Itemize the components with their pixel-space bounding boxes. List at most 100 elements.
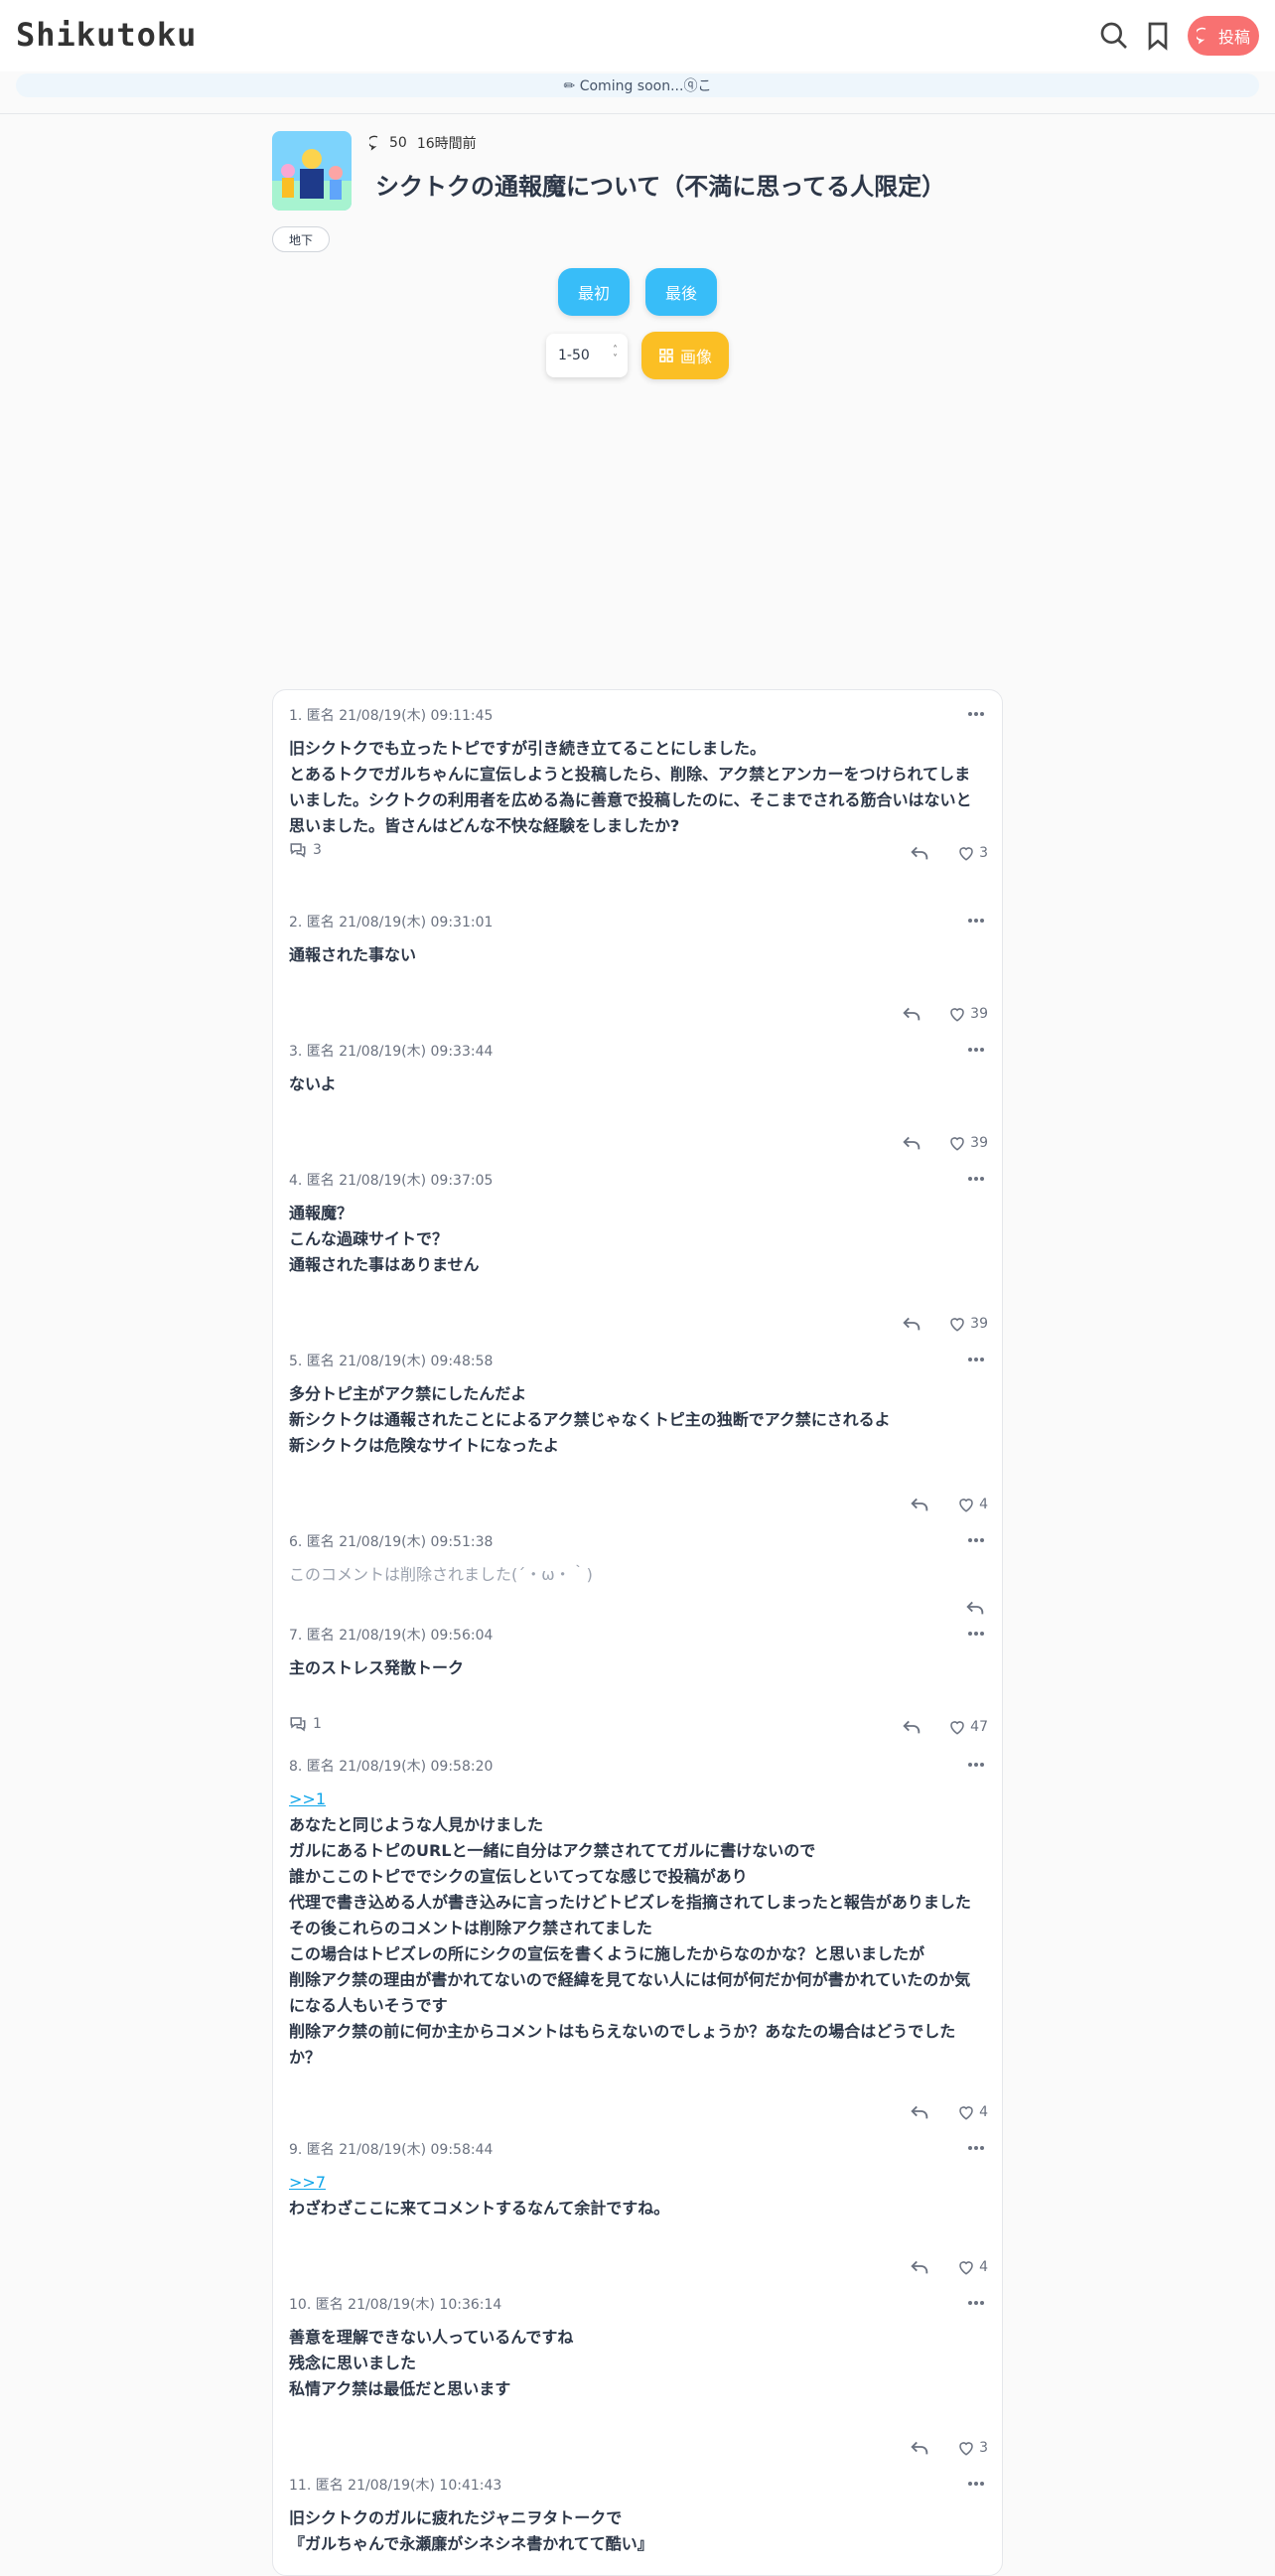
updown-icon: ˄ ˅: [613, 345, 618, 364]
like-button[interactable]: 4: [957, 1493, 988, 1516]
more-options-icon[interactable]: [968, 1358, 984, 1363]
comment-item: 5. 匿名 21/08/19(木) 09:48:58 多分トピ主がアク禁にしたんだ…: [289, 1352, 988, 1512]
anchor-link[interactable]: >>1: [289, 1789, 326, 1808]
replies-icon: [289, 1715, 307, 1733]
comment-item: 11. 匿名 21/08/19(木) 10:41:43 旧シクトクのガルに疲れたジ…: [289, 2476, 988, 2557]
comment-line: ないよ: [289, 1074, 337, 1093]
like-count: 3: [979, 2440, 988, 2456]
like-button[interactable]: 47: [948, 1715, 988, 1739]
comment-meta: 7. 匿名 21/08/19(木) 09:56:04: [289, 1628, 494, 1644]
reply-icon[interactable]: [964, 1596, 988, 1620]
like-count: 39: [970, 1135, 988, 1151]
comment-actions: 39: [289, 1131, 988, 1155]
comment-line: 通報された事ない: [289, 945, 417, 964]
heart-icon: [948, 1315, 966, 1333]
search-icon[interactable]: [1098, 20, 1130, 52]
comment-line: 旧シクトクでも立ったトピですが引き続き立てることにしました。: [289, 739, 767, 758]
comment-meta: 2. 匿名 21/08/19(木) 09:31:01: [289, 915, 494, 930]
more-options-icon[interactable]: [968, 1048, 984, 1054]
header-divider: [0, 113, 1275, 114]
post-button[interactable]: 投稿: [1188, 16, 1259, 56]
comment-line: このコメントは削除されました(´・ω・｀): [289, 1565, 593, 1584]
like-button[interactable]: 3: [957, 841, 988, 865]
comment-actions: 4: [289, 2100, 988, 2124]
like-button[interactable]: 4: [957, 2100, 988, 2124]
reply-icon[interactable]: [901, 1002, 924, 1026]
range-select[interactable]: 1-50 ˄ ˅: [546, 334, 628, 377]
heart-icon: [957, 1496, 975, 1513]
reply-icon[interactable]: [901, 1715, 924, 1739]
comment-meta: 3. 匿名 21/08/19(木) 09:33:44: [289, 1044, 494, 1060]
thread-tag[interactable]: 地下: [272, 226, 331, 252]
reply-count[interactable]: 1: [289, 1715, 322, 1733]
like-count: 3: [979, 845, 988, 861]
chat-bubble-icon: [1196, 27, 1206, 45]
comment-actions: 4: [289, 1493, 988, 1516]
comment-line: 削除アク禁の理由が書かれてないので経緯を見てない人には何が何だか何が書かれていた…: [289, 1970, 971, 1989]
anchor-link[interactable]: >>7: [289, 2173, 326, 2192]
reply-count[interactable]: 3: [289, 841, 322, 859]
bookmark-icon[interactable]: [1142, 20, 1174, 52]
app-header: Shikutoku 投稿: [0, 0, 1275, 72]
site-logo[interactable]: Shikutoku: [16, 16, 197, 54]
comment-line: 私情アク禁は最低だと思います: [289, 2379, 511, 2398]
more-options-icon[interactable]: [968, 712, 984, 718]
comment-actions: 39: [289, 1312, 988, 1336]
like-button[interactable]: 39: [948, 1312, 988, 1336]
like-count: 47: [970, 1719, 988, 1735]
more-options-icon[interactable]: [968, 919, 984, 925]
reply-icon[interactable]: [909, 1493, 932, 1516]
comment-line: いました。シクトクの利用者を広める為に善意で投稿したのに、そこまでされる筋合いは…: [289, 790, 972, 809]
comment-actions: 4: [289, 2255, 988, 2279]
comment-item: 10. 匿名 21/08/19(木) 10:36:14 善意を理解できない人ってい…: [289, 2295, 988, 2456]
comment-body: このコメントは削除されました(´・ω・｀): [289, 1562, 988, 1588]
more-options-icon[interactable]: [968, 2301, 984, 2307]
thread-age: 16時間前: [416, 136, 477, 152]
reply-icon[interactable]: [909, 2100, 932, 2124]
comment-line: 残念に思いました: [289, 2354, 417, 2372]
reply-icon[interactable]: [909, 841, 932, 865]
reply-icon[interactable]: [901, 1131, 924, 1155]
comment-meta: 6. 匿名 21/08/19(木) 09:51:38: [289, 1534, 494, 1550]
heart-icon: [957, 2439, 975, 2457]
comment-actions: 39: [289, 1002, 988, 1026]
comment-line: あなたと同じような人見かけました: [289, 1815, 544, 1834]
comment-item: 2. 匿名 21/08/19(木) 09:31:01 通報された事ない 39: [289, 913, 988, 1022]
more-options-icon[interactable]: [968, 1538, 984, 1544]
comment-meta: 9. 匿名 21/08/19(木) 09:58:44: [289, 2142, 494, 2158]
reply-icon[interactable]: [901, 1312, 924, 1336]
more-options-icon[interactable]: [968, 1763, 984, 1769]
reply-count-value: 3: [313, 842, 322, 858]
reply-icon[interactable]: [909, 2255, 932, 2279]
comment-meta: 5. 匿名 21/08/19(木) 09:48:58: [289, 1354, 494, 1369]
more-options-icon[interactable]: [968, 2482, 984, 2488]
thread-thumbnail-image: [272, 131, 352, 211]
first-button[interactable]: 最初: [558, 268, 630, 316]
more-options-icon[interactable]: [968, 2146, 984, 2152]
thread-thumbnail[interactable]: [272, 131, 352, 211]
image-button-label: 画像: [679, 348, 712, 366]
like-button[interactable]: 4: [957, 2255, 988, 2279]
comment-line: 善意を理解できない人っているんですね: [289, 2328, 574, 2347]
reply-icon[interactable]: [909, 2436, 932, 2460]
like-count: 39: [970, 1316, 988, 1332]
comment-item: 6. 匿名 21/08/19(木) 09:51:38 このコメントは削除されました…: [289, 1532, 988, 1615]
comment-line: 『ガルちゃんで永瀬廉がシネシネ書かれてて酷い』: [289, 2534, 653, 2553]
more-options-icon[interactable]: [968, 1632, 984, 1638]
thread-meta: 50 16時間前: [369, 133, 477, 153]
like-button[interactable]: 39: [948, 1002, 988, 1026]
range-select-value: 1-50: [558, 348, 590, 363]
like-button[interactable]: 39: [948, 1131, 988, 1155]
comment-body: 旧シクトクのガルに疲れたジャニヲタトークで 『ガルちゃんで永瀬廉がシネシネ書かれて…: [289, 2505, 988, 2557]
comment-body: >>7 わざわざここに来てコメントするなんて余計ですね。: [289, 2170, 988, 2221]
like-button[interactable]: 3: [957, 2436, 988, 2460]
comment-line: こんな過疎サイトで？: [289, 1229, 449, 1248]
comment-line: 新シクトクは危険なサイトになったよ: [289, 1436, 560, 1455]
comment-list: 1. 匿名 21/08/19(木) 09:11:45 旧シクトクでも立ったトピです…: [272, 689, 1003, 2576]
more-options-icon[interactable]: [968, 1177, 984, 1183]
last-button[interactable]: 最後: [645, 268, 717, 316]
comment-actions: [289, 1596, 988, 1620]
comment-line: その後これらのコメントは削除アク禁されてました: [289, 1919, 652, 1937]
image-button[interactable]: 画像: [641, 332, 729, 379]
comment-body: 旧シクトクでも立ったトピですが引き続き立てることにしました。 とあるトクでガルちゃ…: [289, 736, 988, 839]
